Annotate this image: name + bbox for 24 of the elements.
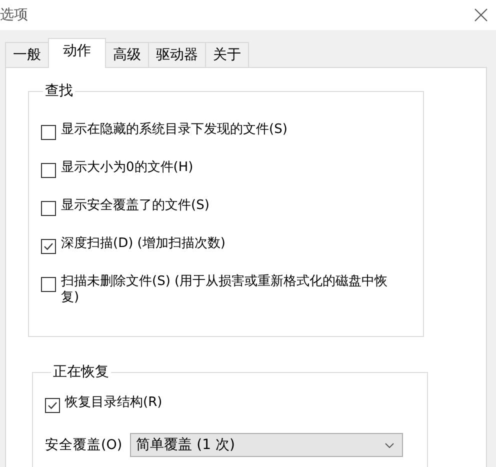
checkbox-label: 显示在隐藏的系统目录下发现的文件(S)	[61, 122, 288, 138]
group-title: 查找	[44, 82, 74, 100]
check-icon	[47, 400, 58, 411]
tab[interactable]: 关于	[205, 42, 249, 67]
window-title: 选项	[0, 6, 28, 24]
checkbox[interactable]	[41, 277, 56, 292]
checkbox-label: 显示安全覆盖了的文件(S)	[61, 198, 210, 214]
checkbox[interactable]	[41, 201, 56, 216]
check-icon	[43, 241, 54, 252]
checkbox[interactable]	[45, 398, 60, 413]
field-label: 安全覆盖(O)	[45, 436, 122, 455]
checkbox-label: 显示大小为0的文件(H)	[61, 160, 194, 176]
close-icon[interactable]	[474, 8, 488, 22]
checkbox-label: 扫描未删除文件(S) (用于从损害或重新格式化的磁盘中恢复)	[61, 274, 389, 306]
dropdown[interactable]: 简单覆盖 (1 次)	[130, 433, 404, 457]
caret-icon	[385, 442, 394, 448]
group-title: 正在恢复	[52, 363, 110, 381]
checkbox[interactable]	[41, 125, 56, 140]
checkbox-label: 深度扫描(D) (增加扫描次数)	[61, 236, 226, 252]
checkbox[interactable]	[41, 239, 56, 254]
tab[interactable]: 动作	[48, 38, 106, 68]
checkbox-label: 恢复目录结构(R)	[65, 395, 162, 411]
tab[interactable]: 一般	[5, 42, 49, 67]
checkbox[interactable]	[41, 163, 56, 178]
